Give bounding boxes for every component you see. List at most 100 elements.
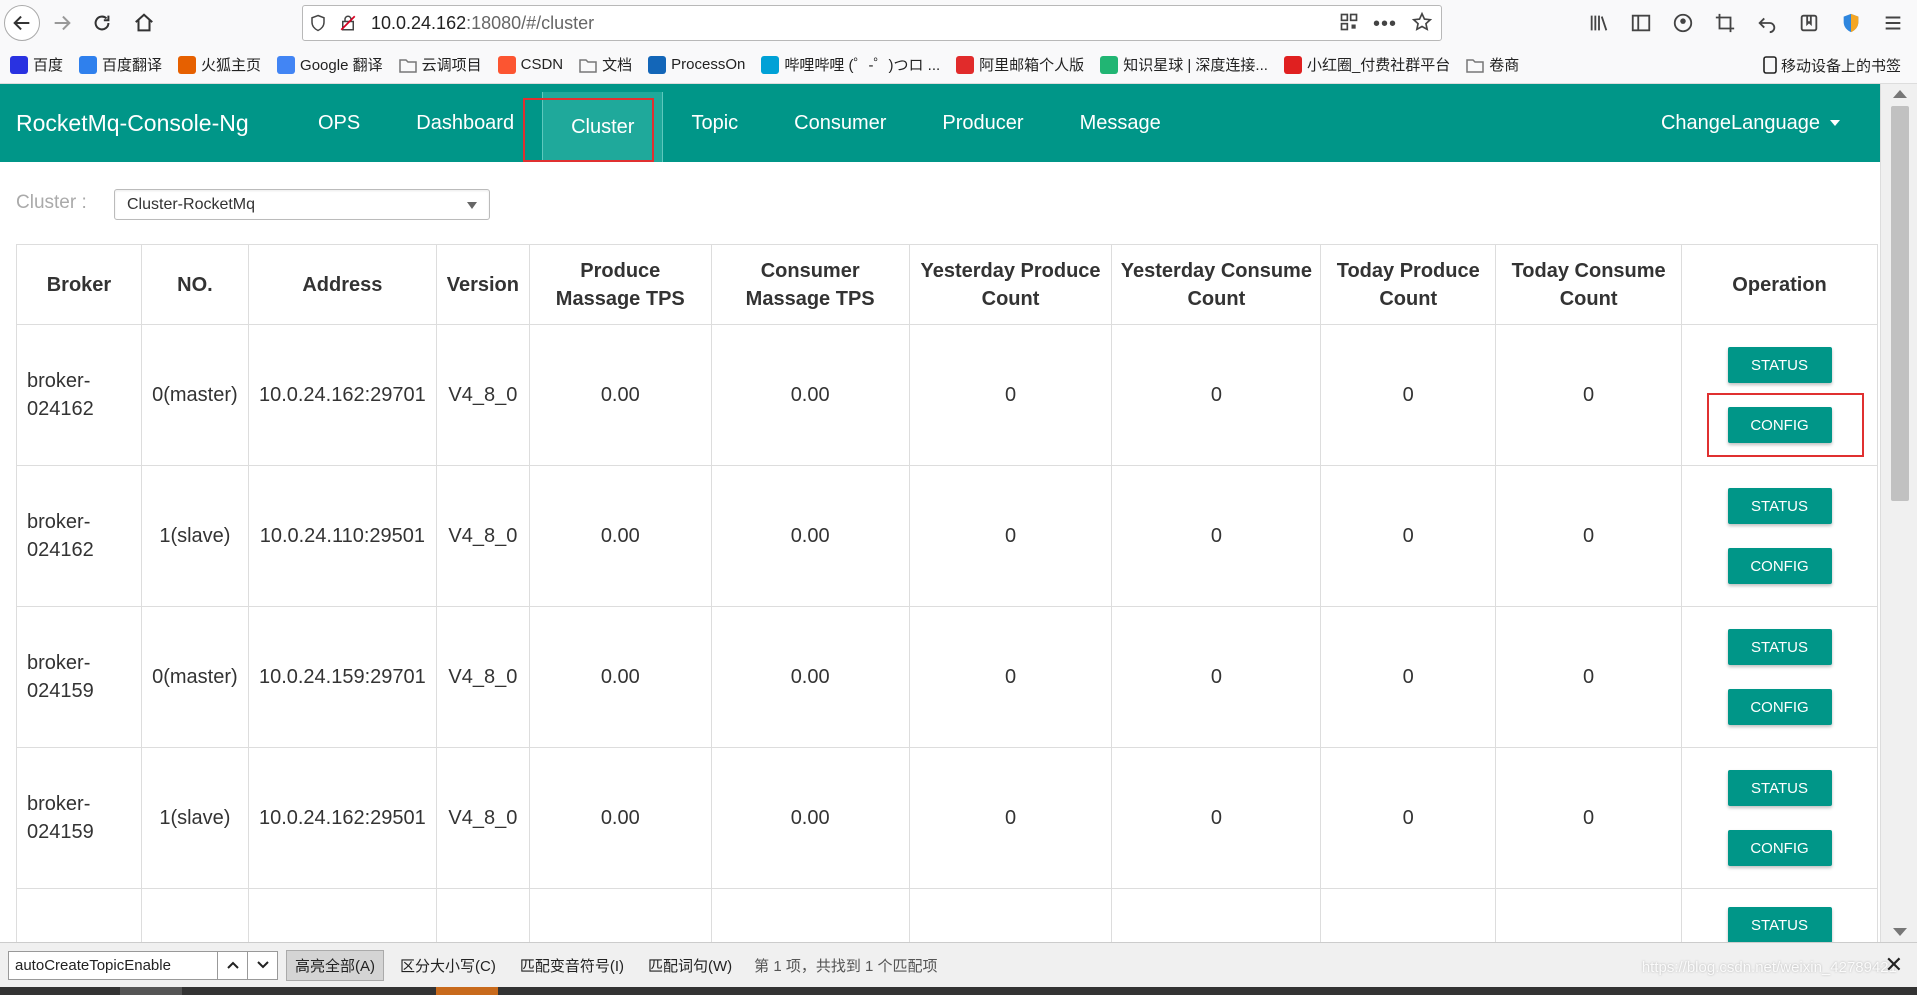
status-button[interactable]: STATUS [1727,629,1832,665]
bookmark-item[interactable]: Google 翻译 [277,54,383,75]
broker-name-part: broker- [27,511,91,533]
close-icon[interactable]: ✕ [1885,952,1903,978]
status-button[interactable]: STATUS [1727,770,1832,806]
bookmark-item[interactable]: CSDN [497,55,563,74]
cell-no: 0(master) [140,324,249,466]
cell-operation: STATUS CONFIG [1681,747,1878,889]
cell-address: 10.0.24.110:29501 [247,465,437,607]
mobile-device-icon [1763,56,1777,74]
status-button[interactable]: STATUS [1727,488,1832,524]
screenshot-icon[interactable] [1711,9,1739,37]
nav-tab-message[interactable]: Message [1052,84,1189,162]
bookmark-item[interactable]: 哔哩哔哩 (゜-゜)つロ ... [761,54,940,75]
bookmark-item[interactable]: 文档 [579,54,632,75]
shield-icon[interactable] [303,5,333,41]
r-icon [1283,55,1302,74]
whole-words-toggle[interactable]: 匹配词句(W) [640,951,740,980]
undo-icon[interactable] [1753,9,1781,37]
home-button[interactable] [126,5,162,41]
cell-t-produce: 0 [1320,747,1497,889]
find-next-button[interactable] [247,950,278,980]
table-row: broker- STATUSCONFIG [16,888,1878,942]
mail-icon [956,55,975,74]
cell-no: 1(slave) [140,465,249,607]
back-button[interactable] [4,5,40,41]
main-nav: OPS Dashboard Cluster Topic Consumer Producer… [290,84,1189,162]
arrow-left-icon [13,15,30,31]
find-input[interactable]: autoCreateTopicEnable [8,950,218,980]
reload-button[interactable] [84,5,120,41]
bookmark-item[interactable]: 阿里邮箱个人版 [956,54,1084,75]
menu-icon[interactable] [1879,9,1907,37]
nav-tab-consumer[interactable]: Consumer [766,84,914,162]
pocket-icon[interactable] [1795,9,1823,37]
broker-name-part: broker- [27,652,91,674]
brand-title[interactable]: RocketMq-Console-Ng [16,110,286,137]
taskbar-strip [0,987,1917,995]
library-icon[interactable] [1585,9,1613,37]
extension-shield-icon[interactable] [1837,9,1865,37]
status-button[interactable]: STATUS [1727,907,1832,942]
watermark-text: https://blog.csdn.net/weixin_42789421 [1641,959,1897,976]
insecure-lock-icon[interactable] [333,5,363,41]
forward-button[interactable] [44,5,80,41]
cell-consumer-tps: 0.00 [710,747,910,889]
bookmark-label: 火狐主页 [201,57,262,74]
status-button[interactable]: STATUS [1727,347,1832,383]
cell-t-produce: 0 [1320,606,1497,748]
url-bar[interactable]: 10.0.24.162:18080/#/cluster ••• [302,5,1442,41]
url-actions: ••• [1339,6,1433,42]
nav-tab-topic[interactable]: Topic [663,84,766,162]
cell-consumer-tps: 0.00 [710,465,910,607]
bookmark-star-icon[interactable] [1411,11,1433,38]
config-button[interactable]: CONFIG [1727,689,1832,725]
cell-no [140,888,249,942]
toolbar-right [1585,0,1917,46]
scroll-thumb[interactable] [1891,106,1909,501]
change-language-dropdown[interactable]: ChangeLanguage [1661,84,1840,162]
match-case-toggle[interactable]: 区分大小写(C) [392,951,504,980]
nav-tab-ops[interactable]: OPS [290,84,388,162]
cell-y-produce: 0 [908,465,1113,607]
cell-y-produce: 0 [908,606,1113,748]
cell-produce-tps [528,888,712,942]
table-row: broker- 024162 1(slave) 10.0.24.110:29501 V4… [16,465,1878,607]
cell-broker: broker- 024162 [16,324,142,466]
mobile-bookmarks[interactable]: 移动设备上的书签 [1763,46,1901,84]
account-icon[interactable] [1669,9,1697,37]
config-button[interactable]: CONFIG [1727,548,1832,584]
bookmark-item[interactable]: 百度 [10,54,63,75]
google-translate-icon [277,55,296,74]
column-header: Address [247,244,437,325]
bookmark-item[interactable]: ProcessOn [648,55,745,74]
cell-produce-tps: 0.00 [528,465,712,607]
column-header: Broker [16,244,142,325]
bookmark-item[interactable]: 知识星球 | 深度连接... [1100,54,1268,75]
url-text[interactable]: 10.0.24.162:18080/#/cluster [371,13,594,34]
bookmark-item[interactable]: 卷商 [1466,54,1519,75]
bookmark-item[interactable]: 云调项目 [398,54,482,75]
bookmark-item[interactable]: 火狐主页 [178,54,261,75]
page-scrollbar[interactable] [1880,84,1917,942]
nav-tab-producer[interactable]: Producer [914,84,1051,162]
config-button[interactable]: CONFIG [1727,830,1832,866]
scroll-up-arrow-icon[interactable] [1893,90,1907,98]
column-header: Consumer Massage TPS [710,244,910,325]
cluster-select[interactable]: Cluster-RocketMq [114,189,490,220]
sidebar-icon[interactable] [1627,9,1655,37]
bookmark-item[interactable]: 小红圈_付费社群平台 [1283,54,1450,75]
highlight-all-toggle[interactable]: 高亮全部(A) [286,949,384,981]
scroll-down-arrow-icon[interactable] [1893,928,1907,936]
bookmark-label: 哔哩哔哩 (゜-゜)つロ ... [784,57,941,74]
find-previous-button[interactable] [217,950,248,980]
cell-address: 10.0.24.162:29701 [247,324,437,466]
bookmark-item[interactable]: 百度翻译 [79,54,162,75]
find-status: 第 1 项，共找到 1 个匹配项 [754,957,938,975]
broker-name-part: broker- [27,793,91,815]
nav-tab-dashboard[interactable]: Dashboard [388,84,542,162]
match-diacritics-toggle[interactable]: 匹配变音符号(I) [512,951,632,980]
cell-operation: STATUS CONFIG [1681,465,1878,607]
more-actions-icon[interactable]: ••• [1373,13,1397,36]
qr-code-icon[interactable] [1339,12,1359,37]
cell-y-produce [908,888,1113,942]
